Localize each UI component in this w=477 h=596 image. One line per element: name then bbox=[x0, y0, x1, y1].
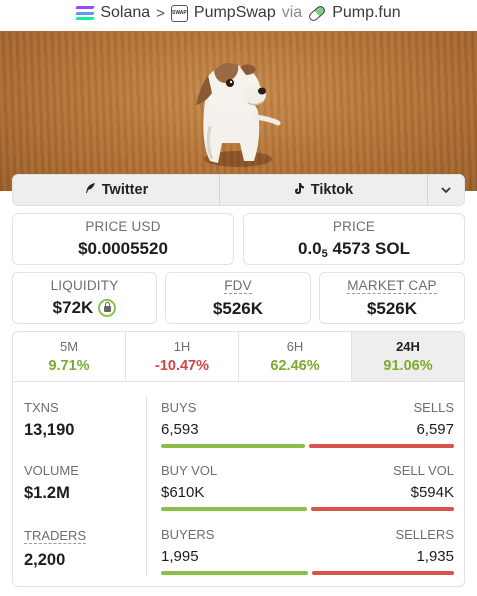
price-native-label: PRICE bbox=[332, 218, 376, 234]
timeframe-tabs: 5M 9.71% 1H -10.47% 6H 62.46% 24H 91.06% bbox=[13, 332, 464, 382]
tab-5m[interactable]: 5M 9.71% bbox=[13, 332, 126, 381]
liquidity-label: LIQUIDITY bbox=[50, 278, 119, 293]
stats-divider bbox=[146, 396, 147, 576]
price-native-card: PRICE 0.05 4573 SOL bbox=[243, 213, 465, 265]
sells-bar-segment bbox=[309, 444, 454, 448]
tab-1h[interactable]: 1H -10.47% bbox=[126, 332, 239, 381]
solana-icon bbox=[75, 6, 96, 20]
fdv-card: FDV $526K bbox=[165, 272, 311, 324]
sell-vol-label: SELL VOL bbox=[393, 463, 454, 478]
volume-stat: VOLUME $1.2M bbox=[24, 463, 79, 503]
tab-label: 5M bbox=[59, 339, 79, 354]
token-header-image bbox=[0, 31, 477, 191]
pill-icon bbox=[307, 3, 327, 23]
liquidity-value: $72K bbox=[52, 298, 94, 317]
market-cap-value: $526K bbox=[366, 298, 418, 318]
sellers-label: SELLERS bbox=[395, 527, 454, 542]
sell-vol-value: $594K bbox=[410, 484, 454, 501]
txns-label: TXNS bbox=[24, 400, 59, 415]
volume-value: $1.2M bbox=[24, 484, 70, 502]
market-cap-card: MARKET CAP $526K bbox=[319, 272, 465, 324]
buys-bar-segment bbox=[161, 444, 305, 448]
twitter-label: Twitter bbox=[101, 182, 149, 198]
buys-sells-stat: BUYS SELLS 6,593 6,597 bbox=[161, 400, 454, 448]
price-usd-card: PRICE USD $0.0005520 bbox=[12, 213, 234, 265]
buy-vol-bar-segment bbox=[161, 507, 307, 511]
price-native-digits: 4573 SOL bbox=[332, 238, 411, 258]
price-usd-label: PRICE USD bbox=[85, 219, 161, 234]
traders-label[interactable]: TRADERS bbox=[24, 529, 87, 544]
sellers-bar-segment bbox=[312, 571, 454, 575]
breadcrumb-platform[interactable]: Pump.fun bbox=[332, 4, 400, 22]
buy-vol-value: $610K bbox=[161, 484, 205, 501]
buys-sells-bar bbox=[161, 444, 454, 448]
breadcrumb-via: via bbox=[281, 4, 303, 21]
dog-image bbox=[196, 63, 281, 167]
tab-change-value: 62.46% bbox=[270, 358, 320, 374]
sell-vol-bar-segment bbox=[311, 507, 454, 511]
buy-vol-label: BUY VOL bbox=[161, 463, 218, 478]
buy-sell-volume-bar bbox=[161, 507, 454, 511]
price-usd-value: $0.0005520 bbox=[78, 239, 168, 258]
social-links-bar: Twitter Tiktok bbox=[12, 174, 465, 206]
feather-icon bbox=[84, 182, 96, 198]
fdv-value: $526K bbox=[212, 298, 264, 318]
txns-stat: TXNS 13,190 bbox=[24, 400, 74, 440]
tab-label: 1H bbox=[173, 339, 191, 354]
buyers-sellers-stat: BUYERS SELLERS 1,995 1,935 bbox=[161, 527, 454, 575]
buyers-sellers-bar bbox=[161, 571, 454, 575]
volume-label: VOLUME bbox=[24, 463, 79, 478]
sellers-value: 1,935 bbox=[416, 548, 454, 565]
tab-change-value: 91.06% bbox=[383, 358, 433, 374]
tab-label: 6H bbox=[286, 339, 304, 354]
buyers-bar-segment bbox=[161, 571, 308, 575]
stats-grid: TXNS 13,190 BUYS SELLS 6,593 6,597 VOLUM… bbox=[13, 382, 464, 586]
lock-icon[interactable] bbox=[98, 299, 117, 317]
tiktok-button[interactable]: Tiktok bbox=[220, 175, 428, 205]
breadcrumb-separator: > bbox=[156, 4, 165, 22]
tab-24h[interactable]: 24H 91.06% bbox=[352, 332, 464, 381]
pumpswap-icon: SWAP bbox=[170, 4, 188, 22]
tiktok-label: Tiktok bbox=[310, 182, 354, 198]
buyers-value: 1,995 bbox=[161, 548, 199, 565]
buys-label: BUYS bbox=[161, 400, 197, 415]
tab-6h[interactable]: 6H 62.46% bbox=[239, 332, 352, 381]
price-native-value: 0.05 4573 SOL bbox=[298, 239, 410, 260]
twitter-button[interactable]: Twitter bbox=[13, 175, 220, 205]
buys-value: 6,593 bbox=[161, 421, 199, 438]
tiktok-icon bbox=[294, 182, 305, 199]
price-native-prefix: 0.0 bbox=[298, 238, 322, 258]
fdv-label[interactable]: FDV bbox=[224, 278, 252, 294]
breadcrumb-dex[interactable]: PumpSwap bbox=[194, 4, 276, 22]
chevron-down-icon bbox=[441, 182, 451, 198]
buyers-label: BUYERS bbox=[161, 527, 215, 542]
market-cap-label[interactable]: MARKET CAP bbox=[347, 278, 437, 294]
sells-label: SELLS bbox=[413, 400, 454, 415]
txns-value: 13,190 bbox=[24, 421, 75, 439]
liquidity-card: LIQUIDITY $72K bbox=[12, 272, 157, 324]
breadcrumb: Solana > SWAP PumpSwap via Pump.fun bbox=[0, 0, 477, 26]
expand-socials-button[interactable] bbox=[428, 175, 464, 205]
traders-stat: TRADERS 2,200 bbox=[24, 527, 87, 570]
traders-value: 2,200 bbox=[24, 551, 66, 569]
tab-change-value: -10.47% bbox=[154, 358, 209, 374]
trading-stats-panel: 5M 9.71% 1H -10.47% 6H 62.46% 24H 91.06%… bbox=[12, 331, 465, 587]
tab-label: 24H bbox=[396, 339, 420, 354]
tab-change-value: 9.71% bbox=[48, 358, 90, 374]
buy-sell-volume-stat: BUY VOL SELL VOL $610K $594K bbox=[161, 463, 454, 511]
sells-value: 6,597 bbox=[416, 421, 454, 438]
breadcrumb-chain[interactable]: Solana bbox=[100, 4, 150, 22]
price-native-zeros: 5 bbox=[321, 247, 328, 260]
